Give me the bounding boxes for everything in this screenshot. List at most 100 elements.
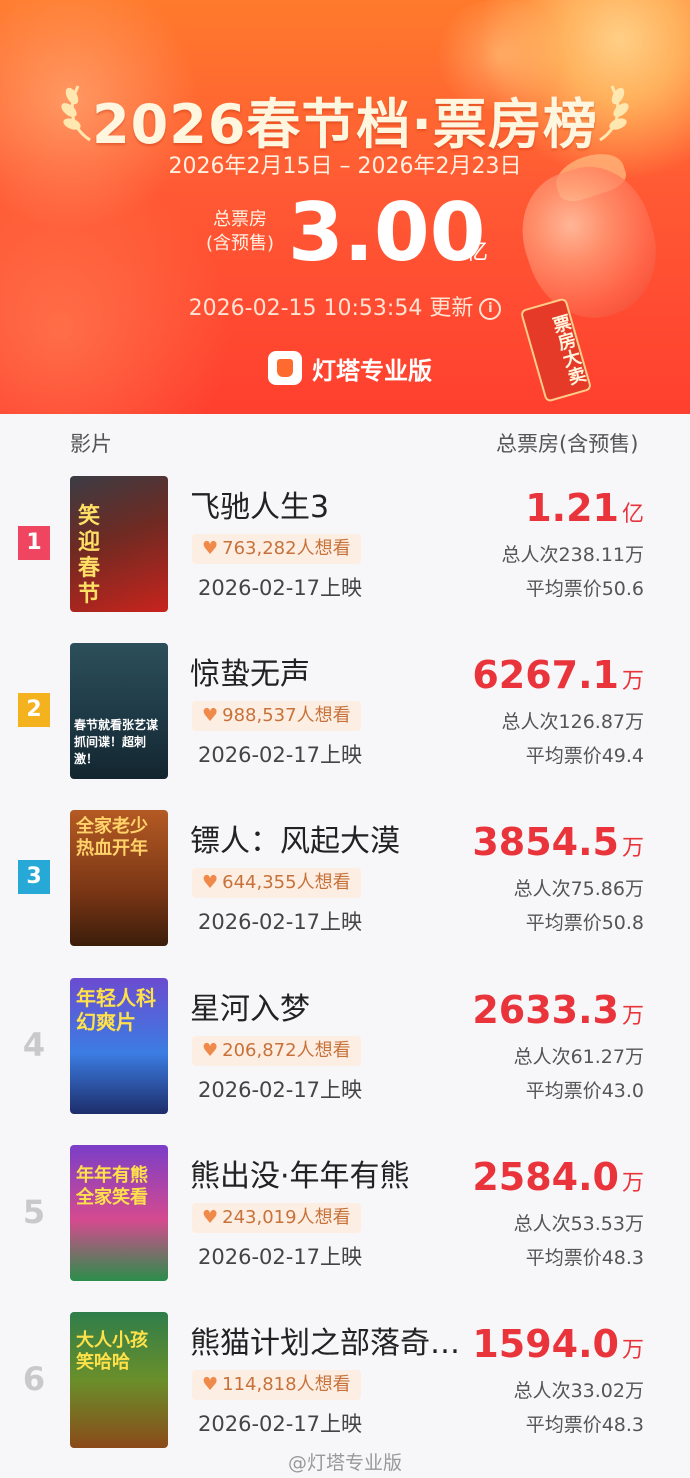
want-count: 644,355人想看 [222, 872, 351, 893]
brand: 灯塔专业版 [268, 350, 432, 386]
total-viewers: 总人次53.53万 [513, 1213, 644, 1235]
movie-poster[interactable]: 笑迎春节 [70, 476, 168, 612]
box-office-number: 3854.5 [472, 820, 619, 864]
movie-title: 熊出没·年年有熊 [190, 1159, 410, 1194]
want-to-watch-badge: ♥ 763,282人想看 [192, 534, 361, 564]
column-header-film: 影片 [70, 432, 112, 456]
heart-icon: ♥ [202, 1207, 219, 1228]
heart-icon: ♥ [202, 1040, 219, 1061]
box-office-number: 6267.1 [472, 653, 619, 697]
header-banner: 票房大卖 2026春节档·票房榜 2026年2月15日 – 2026年2月23日… [0, 0, 690, 414]
total-viewers: 总人次126.87万 [501, 711, 644, 733]
want-to-watch-badge: ♥ 988,537人想看 [192, 701, 361, 731]
box-office-unit: 万 [621, 669, 644, 694]
avg-ticket-price: 平均票价49.4 [525, 745, 644, 767]
list-item[interactable]: 1 笑迎春节 飞驰人生3 ♥ 763,282人想看 2026-02-17上映 1.… [0, 476, 690, 616]
date-range: 2026年2月15日 – 2026年2月23日 [168, 154, 522, 179]
movie-poster[interactable]: 年年有熊 全家笑看 [70, 1145, 168, 1281]
rank-number: 5 [22, 1193, 46, 1231]
release-date: 2026-02-17上映 [198, 743, 363, 767]
total-viewers: 总人次238.11万 [501, 544, 644, 566]
release-date: 2026-02-17上映 [198, 1412, 363, 1436]
poster-text: 笑迎春节 [78, 504, 101, 607]
brand-name: 灯塔专业版 [312, 356, 432, 385]
poster-text: 全家老少 热血开年 [76, 816, 148, 859]
column-header-box-office: 总票房(含预售) [496, 432, 639, 456]
total-viewers: 总人次61.27万 [513, 1046, 644, 1068]
avg-ticket-price: 平均票价48.3 [525, 1414, 644, 1436]
box-office-value: 2584.0 万 [472, 1155, 644, 1199]
poster-text: 大人小孩 笑哈哈 [76, 1330, 148, 1373]
movie-poster[interactable]: 春节就看张艺谋 抓间谍！超刺激！ [70, 643, 168, 779]
rank-badge: 2 [18, 693, 50, 727]
list-item[interactable]: 4 年轻人科幻爽片 星河入梦 ♥ 206,872人想看 2026-02-17上映 … [0, 978, 690, 1118]
avg-ticket-price: 平均票价43.0 [525, 1080, 644, 1102]
avg-ticket-price: 平均票价48.3 [525, 1247, 644, 1269]
heart-icon: ♥ [202, 705, 219, 726]
avg-ticket-price: 平均票价50.6 [525, 578, 644, 600]
list-item[interactable]: 6 大人小孩 笑哈哈 熊猫计划之部落奇遇记 ♥ 114,818人想看 2026-0… [0, 1312, 690, 1452]
total-sublabel: (含预售) [205, 233, 275, 254]
movie-title: 飞驰人生3 [190, 490, 330, 525]
want-count: 988,537人想看 [222, 705, 351, 726]
box-office-unit: 万 [621, 836, 644, 861]
box-office-number: 1594.0 [472, 1322, 619, 1366]
total-viewers: 总人次75.86万 [513, 878, 644, 900]
box-office-value: 2633.3 万 [472, 988, 644, 1032]
box-office-number: 2633.3 [472, 988, 619, 1032]
list-item[interactable]: 3 全家老少 热血开年 镖人：风起大漠 ♥ 644,355人想看 2026-02-… [0, 810, 690, 950]
movie-title: 熊猫计划之部落奇遇记 [190, 1326, 480, 1361]
movie-title: 惊蛰无声 [190, 657, 310, 692]
box-office-value: 1594.0 万 [472, 1322, 644, 1366]
want-to-watch-badge: ♥ 644,355人想看 [192, 868, 361, 898]
brand-logo-icon [268, 351, 302, 385]
heart-icon: ♥ [202, 872, 219, 893]
box-office-unit: 万 [621, 1338, 644, 1363]
box-office-unit: 亿 [621, 502, 644, 527]
total-unit: 亿 [466, 240, 489, 265]
avg-ticket-price: 平均票价50.8 [525, 912, 644, 934]
box-office-value: 1.21 亿 [525, 486, 644, 530]
box-office-value: 3854.5 万 [472, 820, 644, 864]
total-viewers: 总人次33.02万 [513, 1380, 644, 1402]
poster-text: 春节就看张艺谋 抓间谍！超刺激！ [74, 718, 159, 766]
update-time: 2026-02-15 10:53:54 更新 i [0, 290, 690, 322]
box-office-number: 1.21 [525, 486, 619, 530]
heart-icon: ♥ [202, 1374, 219, 1395]
list-item[interactable]: 5 年年有熊 全家笑看 熊出没·年年有熊 ♥ 243,019人想看 2026-02… [0, 1145, 690, 1285]
rank-number: 6 [22, 1360, 46, 1398]
poster-text: 年年有熊 全家笑看 [76, 1165, 148, 1208]
want-to-watch-badge: ♥ 206,872人想看 [192, 1036, 361, 1066]
movie-title: 镖人：风起大漠 [190, 824, 400, 859]
total-label: 总票房 [213, 209, 267, 230]
heart-icon: ♥ [202, 538, 219, 559]
release-date: 2026-02-17上映 [198, 576, 363, 600]
rank-number: 4 [22, 1026, 46, 1064]
info-icon[interactable]: i [479, 298, 502, 320]
box-office-number: 2584.0 [472, 1155, 619, 1199]
want-count: 206,872人想看 [222, 1040, 351, 1061]
rank-badge: 3 [18, 860, 50, 894]
box-office-value: 6267.1 万 [472, 653, 644, 697]
update-time-text: 2026-02-15 10:53:54 更新 [188, 296, 474, 321]
watermark: @灯塔专业版 [287, 1452, 402, 1474]
box-office-unit: 万 [621, 1171, 644, 1196]
rank-badge: 1 [18, 526, 50, 560]
movie-poster[interactable]: 全家老少 热血开年 [70, 810, 168, 946]
want-to-watch-badge: ♥ 243,019人想看 [192, 1203, 361, 1233]
poster-text: 年轻人科幻爽片 [76, 986, 156, 1034]
release-date: 2026-02-17上映 [198, 1078, 363, 1102]
total-value: 3.00 [288, 186, 486, 279]
release-date: 2026-02-17上映 [198, 910, 363, 934]
want-count: 763,282人想看 [222, 538, 351, 559]
list-item[interactable]: 2 春节就看张艺谋 抓间谍！超刺激！ 惊蛰无声 ♥ 988,537人想看 2026… [0, 643, 690, 783]
total-box-office: 总票房 (含预售) 3.00 亿 [0, 188, 690, 278]
movie-poster[interactable]: 大人小孩 笑哈哈 [70, 1312, 168, 1448]
want-to-watch-badge: ♥ 114,818人想看 [192, 1370, 361, 1400]
total-label-group: 总票房 (含预售) [200, 208, 280, 256]
release-date: 2026-02-17上映 [198, 1245, 363, 1269]
want-count: 243,019人想看 [222, 1207, 351, 1228]
movie-poster[interactable]: 年轻人科幻爽片 [70, 978, 168, 1114]
movie-title: 星河入梦 [190, 992, 310, 1027]
want-count: 114,818人想看 [222, 1374, 351, 1395]
